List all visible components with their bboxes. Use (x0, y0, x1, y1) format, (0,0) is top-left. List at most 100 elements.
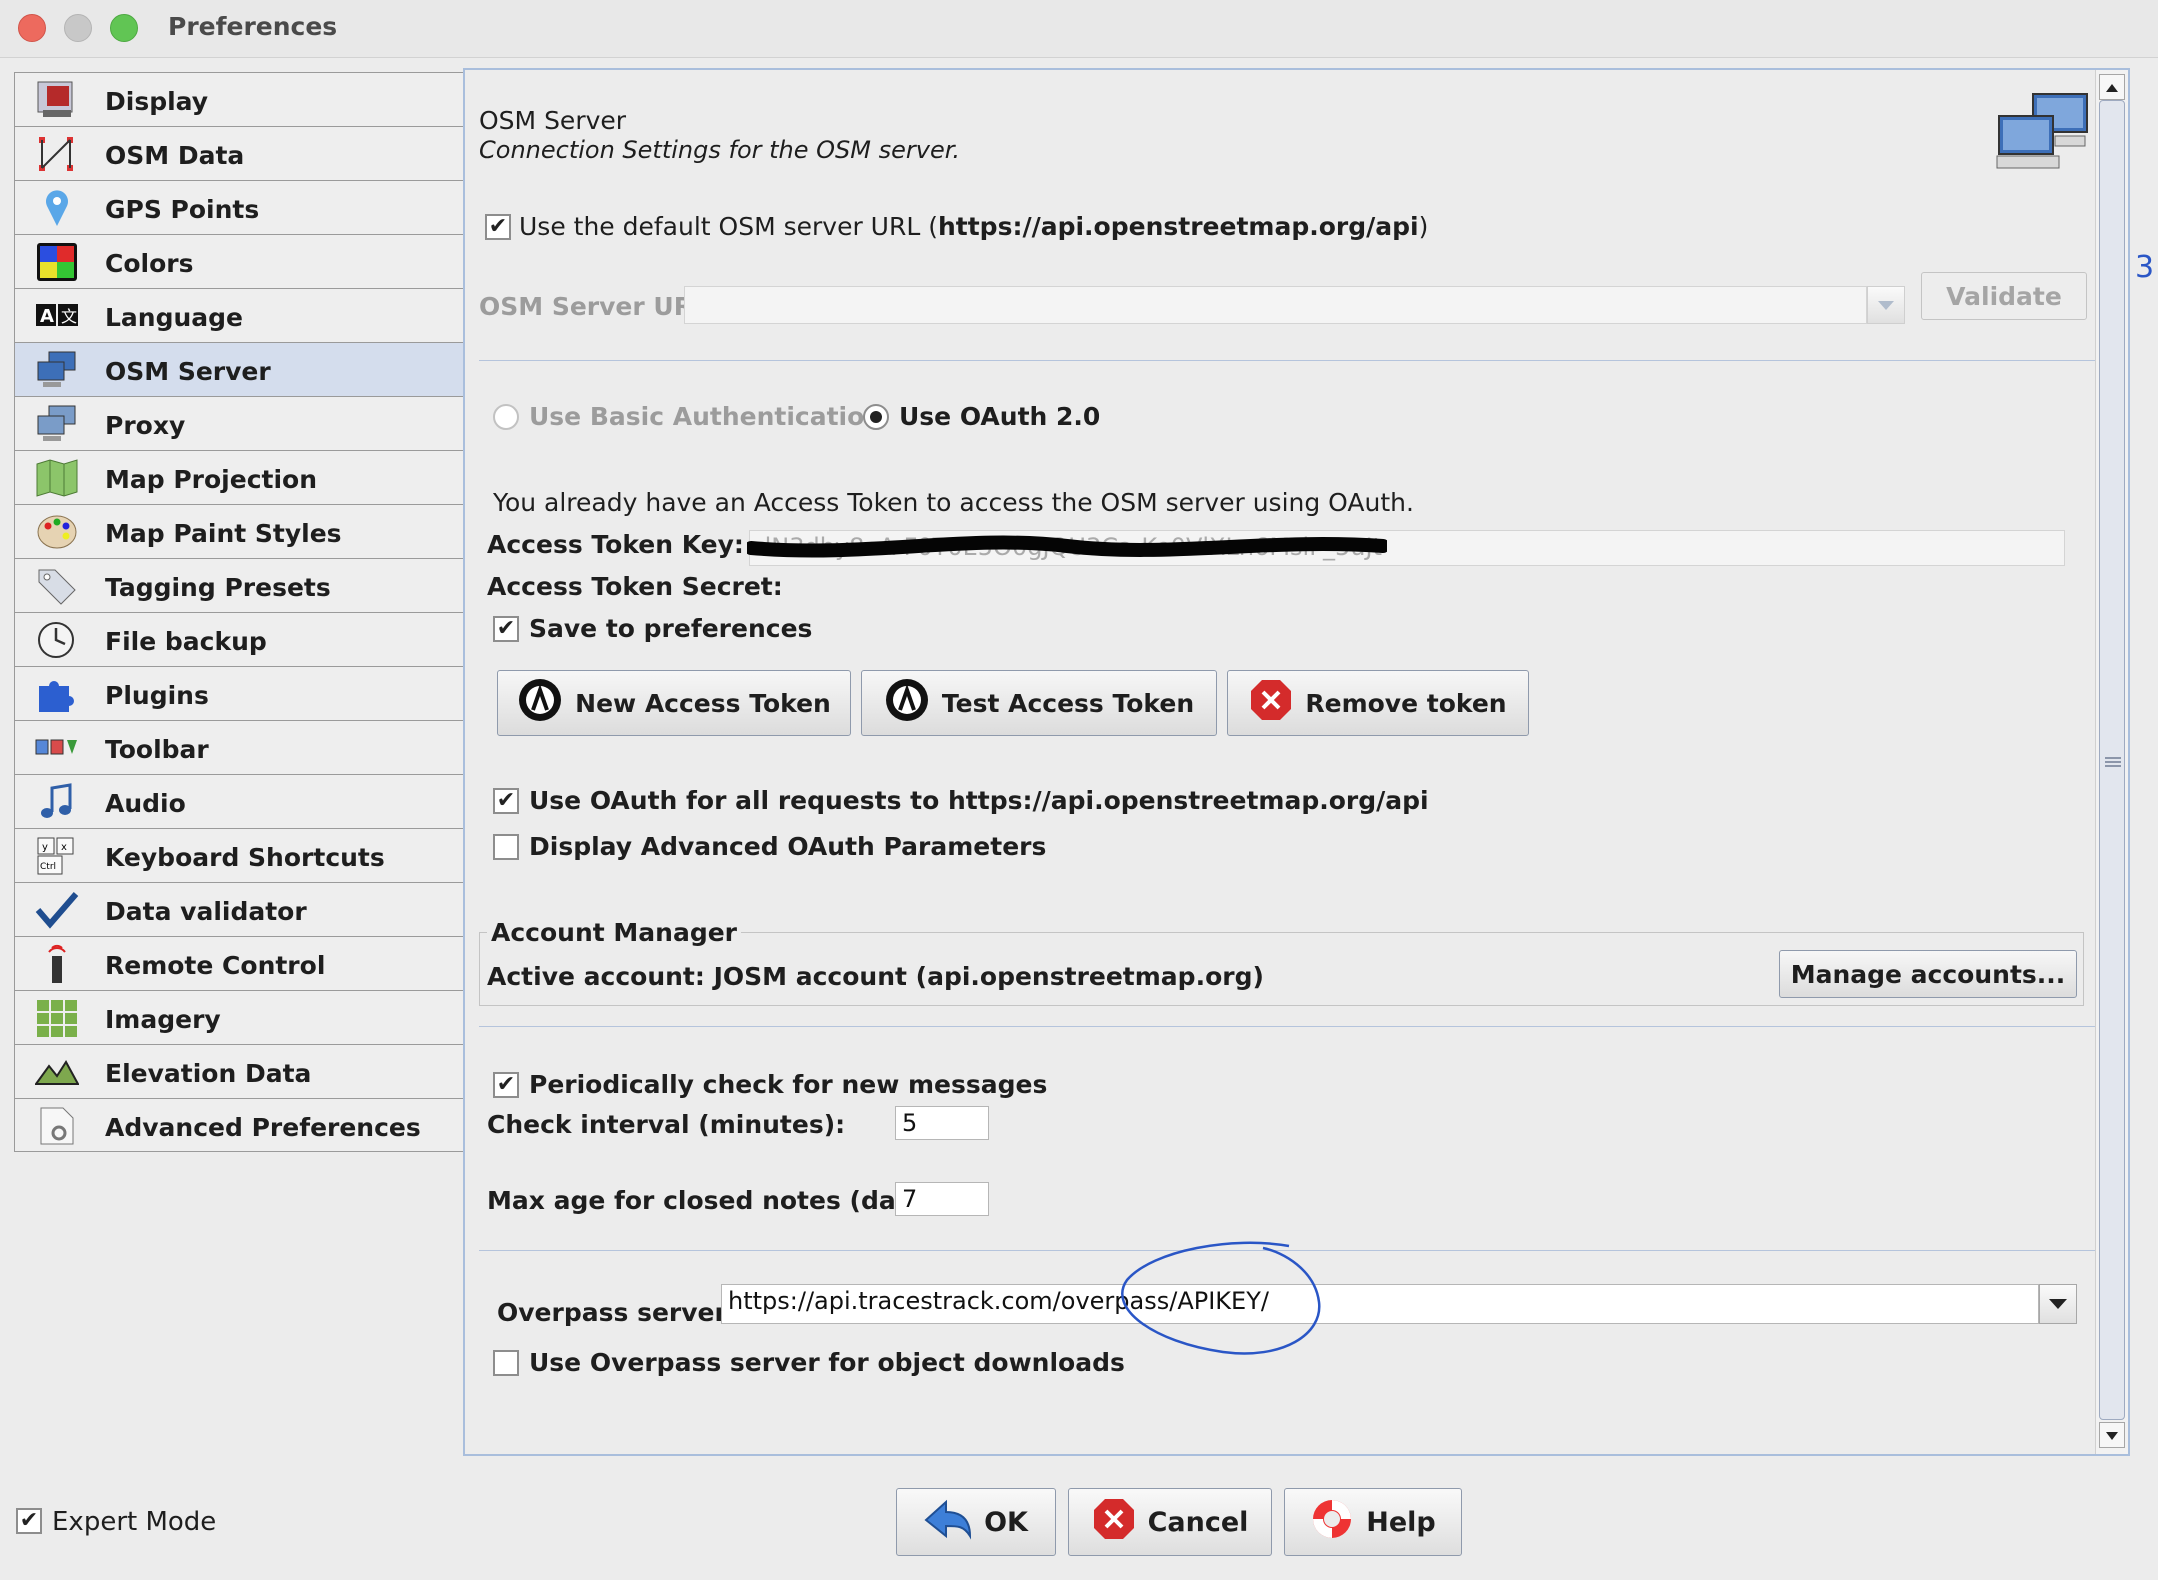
oauth-logo-icon (884, 677, 930, 729)
account-manager-title: Account Manager (487, 918, 742, 947)
title-bar: Preferences (0, 0, 2158, 58)
svg-text:A: A (40, 306, 54, 327)
colors-icon (35, 242, 79, 282)
sidebar-item-gps-points[interactable]: GPS Points (14, 180, 464, 234)
advanced-icon (35, 1106, 79, 1146)
new-access-token-button[interactable]: New Access Token (497, 670, 851, 736)
ok-button[interactable]: OK (896, 1488, 1056, 1556)
sidebar-item-colors[interactable]: Colors (14, 234, 464, 288)
proxy-icon (35, 404, 79, 444)
check-interval-input[interactable]: 5 (895, 1106, 989, 1140)
svg-text:x: x (61, 842, 67, 853)
clock-icon (35, 620, 79, 660)
advanced-oauth-params-label: Display Advanced OAuth Parameters (529, 832, 1047, 861)
sidebar-item-file-backup[interactable]: File backup (14, 612, 464, 666)
check-interval-label: Check interval (minutes): (487, 1110, 846, 1139)
manage-accounts-button[interactable]: Manage accounts... (1779, 950, 2077, 998)
server-network-icon (1995, 92, 2091, 186)
advanced-oauth-params-checkbox[interactable] (493, 834, 519, 860)
overpass-dropdown-button[interactable] (2039, 1284, 2077, 1324)
page-title: OSM Server (479, 106, 627, 135)
sidebar-item-elevation-data[interactable]: Elevation Data (14, 1044, 464, 1098)
sidebar-item-label: Plugins (105, 681, 209, 710)
sidebar-item-proxy[interactable]: Proxy (14, 396, 464, 450)
sidebar-item-display[interactable]: Display (14, 72, 464, 126)
sidebar-item-label: Colors (105, 249, 194, 278)
plugin-icon (35, 674, 79, 714)
help-button[interactable]: Help (1284, 1488, 1462, 1556)
scroll-up-button[interactable] (2099, 74, 2125, 100)
max-age-input[interactable]: 7 (895, 1182, 989, 1216)
chevron-down-icon (2048, 1295, 2068, 1314)
minimize-window-button[interactable] (64, 14, 92, 42)
vertical-scrollbar[interactable] (2095, 70, 2128, 1454)
osm-server-url-input[interactable] (684, 286, 1867, 324)
sidebar-item-label: Tagging Presets (105, 573, 331, 602)
window-title: Preferences (168, 12, 338, 41)
background-window-fragment: 3 (2135, 250, 2155, 285)
maximize-window-button[interactable] (110, 14, 138, 42)
arrow-up-icon (2105, 78, 2119, 97)
sidebar-item-remote-control[interactable]: Remote Control (14, 936, 464, 990)
basic-auth-radio[interactable] (493, 404, 519, 430)
language-icon: A文 (35, 296, 79, 336)
preferences-window: Preferences Display OSM Data GPS Points (0, 0, 2158, 1580)
sidebar-item-tagging-presets[interactable]: Tagging Presets (14, 558, 464, 612)
expert-mode-checkbox[interactable]: ✔ (16, 1508, 42, 1534)
close-window-button[interactable] (18, 14, 46, 42)
sidebar-item-label: Keyboard Shortcuts (105, 843, 385, 872)
chevron-down-icon (1877, 296, 1895, 315)
active-account-label: Active account: JOSM account (api.openst… (487, 962, 1264, 991)
sidebar-item-toolbar[interactable]: Toolbar (14, 720, 464, 774)
sidebar-item-label: Proxy (105, 411, 186, 440)
save-to-preferences-checkbox[interactable]: ✔ (493, 616, 519, 642)
use-default-url-checkbox[interactable]: ✔ (485, 214, 511, 240)
token-info-text: You already have an Access Token to acce… (493, 488, 1414, 517)
save-to-preferences-label: Save to preferences (529, 614, 813, 643)
sidebar-item-label: Map Paint Styles (105, 519, 342, 548)
scroll-down-button[interactable] (2099, 1422, 2125, 1448)
sidebar-item-data-validator[interactable]: Data validator (14, 882, 464, 936)
oauth2-radio[interactable] (863, 404, 889, 430)
sidebar-item-keyboard-shortcuts[interactable]: y x Ctrl Keyboard Shortcuts (14, 828, 464, 882)
cancel-button[interactable]: Cancel (1068, 1488, 1272, 1556)
map-projection-icon (35, 458, 79, 498)
test-access-token-button[interactable]: Test Access Token (861, 670, 1217, 736)
keyboard-icon: y x Ctrl (35, 836, 79, 876)
sidebar-item-label: Imagery (105, 1005, 221, 1034)
sidebar-item-label: Elevation Data (105, 1059, 312, 1088)
sidebar-item-advanced-preferences[interactable]: Advanced Preferences (14, 1098, 464, 1152)
sidebar-item-audio[interactable]: Audio (14, 774, 464, 828)
preferences-sidebar: Display OSM Data GPS Points Colors A文 La… (14, 72, 464, 1152)
server-url-dropdown-button[interactable] (1867, 286, 1905, 324)
sidebar-item-osm-server[interactable]: OSM Server (14, 342, 464, 396)
sidebar-item-map-paint-styles[interactable]: Map Paint Styles (14, 504, 464, 558)
tag-icon (35, 566, 79, 606)
music-note-icon (35, 782, 79, 822)
periodic-check-checkbox[interactable]: ✔ (493, 1072, 519, 1098)
gps-pin-icon (35, 188, 79, 228)
oauth-all-requests-label: Use OAuth for all requests to https://ap… (529, 786, 1429, 815)
sidebar-item-plugins[interactable]: Plugins (14, 666, 464, 720)
scrollbar-thumb[interactable] (2099, 100, 2125, 1420)
oauth2-label: Use OAuth 2.0 (899, 402, 1101, 431)
svg-text:y: y (42, 842, 48, 853)
sidebar-item-map-projection[interactable]: Map Projection (14, 450, 464, 504)
sidebar-item-label: Toolbar (105, 735, 209, 764)
access-token-secret-label: Access Token Secret: (487, 572, 783, 601)
oauth-all-requests-checkbox[interactable]: ✔ (493, 788, 519, 814)
osm-server-icon (35, 350, 79, 390)
sidebar-item-label: Display (105, 87, 209, 116)
access-token-key-label: Access Token Key: (487, 530, 744, 559)
validate-button[interactable]: Validate (1921, 272, 2087, 320)
overpass-server-label: Overpass server: (497, 1298, 737, 1327)
remove-token-button[interactable]: Remove token (1227, 670, 1529, 736)
sidebar-item-label: OSM Server (105, 357, 271, 386)
overpass-server-input[interactable]: https://api.tracestrack.com/overpass/API… (721, 1284, 2039, 1324)
use-overpass-checkbox[interactable] (493, 1350, 519, 1376)
sidebar-item-imagery[interactable]: Imagery (14, 990, 464, 1044)
sidebar-item-label: OSM Data (105, 141, 245, 170)
sidebar-item-osm-data[interactable]: OSM Data (14, 126, 464, 180)
sidebar-item-language[interactable]: A文 Language (14, 288, 464, 342)
osm-server-url-label: OSM Server URL: (479, 292, 719, 321)
